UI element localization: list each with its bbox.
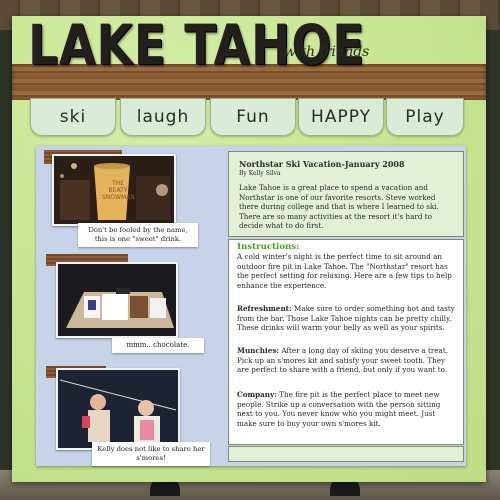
photo-chocolate-menu	[56, 262, 178, 338]
tab-fun: Fun	[210, 98, 296, 136]
journal-header-box: Northstar Ski Vacation-January 2008 By K…	[228, 151, 464, 237]
tab-happy: HAPPY	[298, 98, 384, 136]
section-label: Refreshment:	[237, 304, 292, 313]
journal-byline: By Kelly Silva	[239, 170, 281, 177]
section-company: Company: The fire pit is the perfect pla…	[237, 390, 457, 428]
section-munchies-body: Munchies: After a long day of skiing you…	[237, 346, 457, 375]
tab-laugh: laugh	[120, 98, 206, 136]
section-refreshment-body: Refreshment: Make sure to order somethin…	[237, 304, 457, 333]
journal-footer-box	[228, 446, 464, 462]
tab-ski: ski	[30, 98, 116, 136]
section-refreshment: Refreshment: Make sure to order somethin…	[237, 304, 457, 333]
caption-chocolate: mmm.. chocolate.	[112, 338, 204, 354]
photo-snowman-drink: THE BEATY SNOWMAN	[52, 154, 176, 226]
page-subtitle: with friends	[284, 44, 370, 60]
journal-heading: Northstar Ski Vacation-January 2008	[239, 159, 405, 169]
instructions-text: A cold winter's night is the perfect tim…	[237, 252, 452, 290]
section-label: Munchies:	[237, 346, 280, 355]
photo-friends-smores	[56, 368, 180, 450]
section-company-body: Company: The fire pit is the perfect pla…	[237, 390, 457, 428]
journal-intro: Lake Tahoe is a great place to spend a v…	[239, 183, 439, 230]
mug-text: THE BEATY SNOWMAN	[102, 180, 135, 202]
journal-body-box: Instructions: A cold winter's night is t…	[228, 239, 464, 445]
section-munchies: Munchies: After a long day of skiing you…	[237, 346, 457, 375]
caption-drink: Don't be fooled by the name, this is one…	[78, 223, 198, 248]
caption-smores: Kelly does not like to share her s'mores…	[92, 442, 210, 467]
tab-play: Play	[386, 98, 464, 136]
section-label: Company:	[237, 390, 277, 399]
